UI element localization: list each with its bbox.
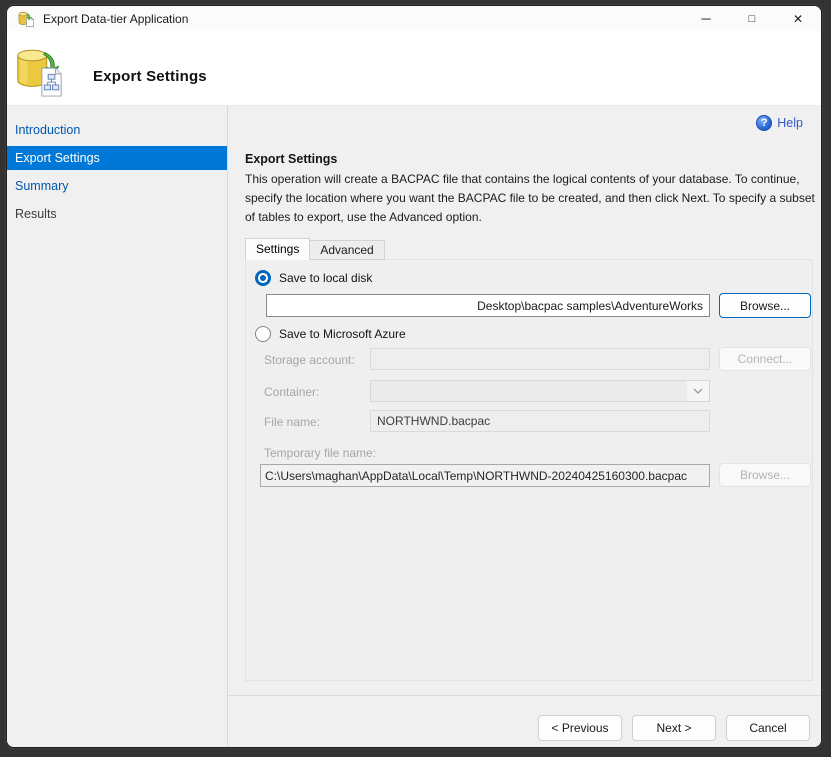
container-label: Container: xyxy=(264,385,319,399)
settings-tab-page: Save to local disk Browse... Save to Mic… xyxy=(245,259,813,681)
storage-account-input xyxy=(370,348,710,370)
app-database-export-icon xyxy=(17,11,35,27)
chevron-down-icon xyxy=(687,381,709,401)
sidebar-item-introduction[interactable]: Introduction xyxy=(7,118,227,142)
cancel-button[interactable]: Cancel xyxy=(726,715,810,741)
file-name-input xyxy=(370,410,710,432)
save-azure-radio[interactable] xyxy=(255,326,271,342)
temporary-file-name-input xyxy=(260,464,710,487)
container-dropdown xyxy=(370,380,710,402)
local-browse-button[interactable]: Browse... xyxy=(719,293,811,318)
sidebar-item-results: Results xyxy=(7,202,227,226)
tab-settings[interactable]: Settings xyxy=(245,238,310,260)
tab-advanced[interactable]: Advanced xyxy=(310,240,384,260)
minimize-button[interactable]: ─ xyxy=(683,6,729,31)
save-local-disk-option[interactable]: Save to local disk xyxy=(255,270,372,286)
storage-account-label: Storage account: xyxy=(264,353,355,367)
local-path-input[interactable] xyxy=(266,294,710,317)
save-azure-option[interactable]: Save to Microsoft Azure xyxy=(255,326,406,342)
help-link[interactable]: ? Help xyxy=(756,115,803,131)
temporary-file-name-label: Temporary file name: xyxy=(264,446,376,460)
sidebar-item-export-settings[interactable]: Export Settings xyxy=(7,146,227,170)
tab-strip: Settings Advanced xyxy=(245,238,385,260)
previous-button[interactable]: < Previous xyxy=(538,715,622,741)
export-wizard-window: Export Data-tier Application ─ □ ✕ Expor… xyxy=(6,5,822,748)
main-panel: ? Help Export Settings This operation wi… xyxy=(228,106,821,748)
window-controls: ─ □ ✕ xyxy=(683,6,821,31)
section-description: This operation will create a BACPAC file… xyxy=(245,170,821,227)
file-name-label: File name: xyxy=(264,415,320,429)
close-button[interactable]: ✕ xyxy=(775,6,821,31)
section-heading: Export Settings xyxy=(245,152,337,166)
footer-buttons: < Previous Next > Cancel xyxy=(538,715,810,741)
wizard-header: Export Settings xyxy=(7,31,821,106)
next-button[interactable]: Next > xyxy=(632,715,716,741)
sidebar-item-summary[interactable]: Summary xyxy=(7,174,227,198)
title-bar: Export Data-tier Application ─ □ ✕ xyxy=(7,6,821,31)
save-local-disk-radio[interactable] xyxy=(255,270,271,286)
maximize-button[interactable]: □ xyxy=(729,6,775,31)
page-title: Export Settings xyxy=(93,68,207,85)
footer-separator xyxy=(228,695,821,696)
save-local-disk-label: Save to local disk xyxy=(279,271,372,285)
connect-button: Connect... xyxy=(719,347,811,371)
help-icon: ? xyxy=(756,115,772,131)
export-dac-header-icon xyxy=(12,44,66,103)
temporary-browse-button: Browse... xyxy=(719,463,811,487)
window-title: Export Data-tier Application xyxy=(43,12,188,26)
save-azure-label: Save to Microsoft Azure xyxy=(279,327,406,341)
wizard-steps-sidebar: Introduction Export Settings Summary Res… xyxy=(7,106,228,748)
help-label: Help xyxy=(777,116,803,130)
